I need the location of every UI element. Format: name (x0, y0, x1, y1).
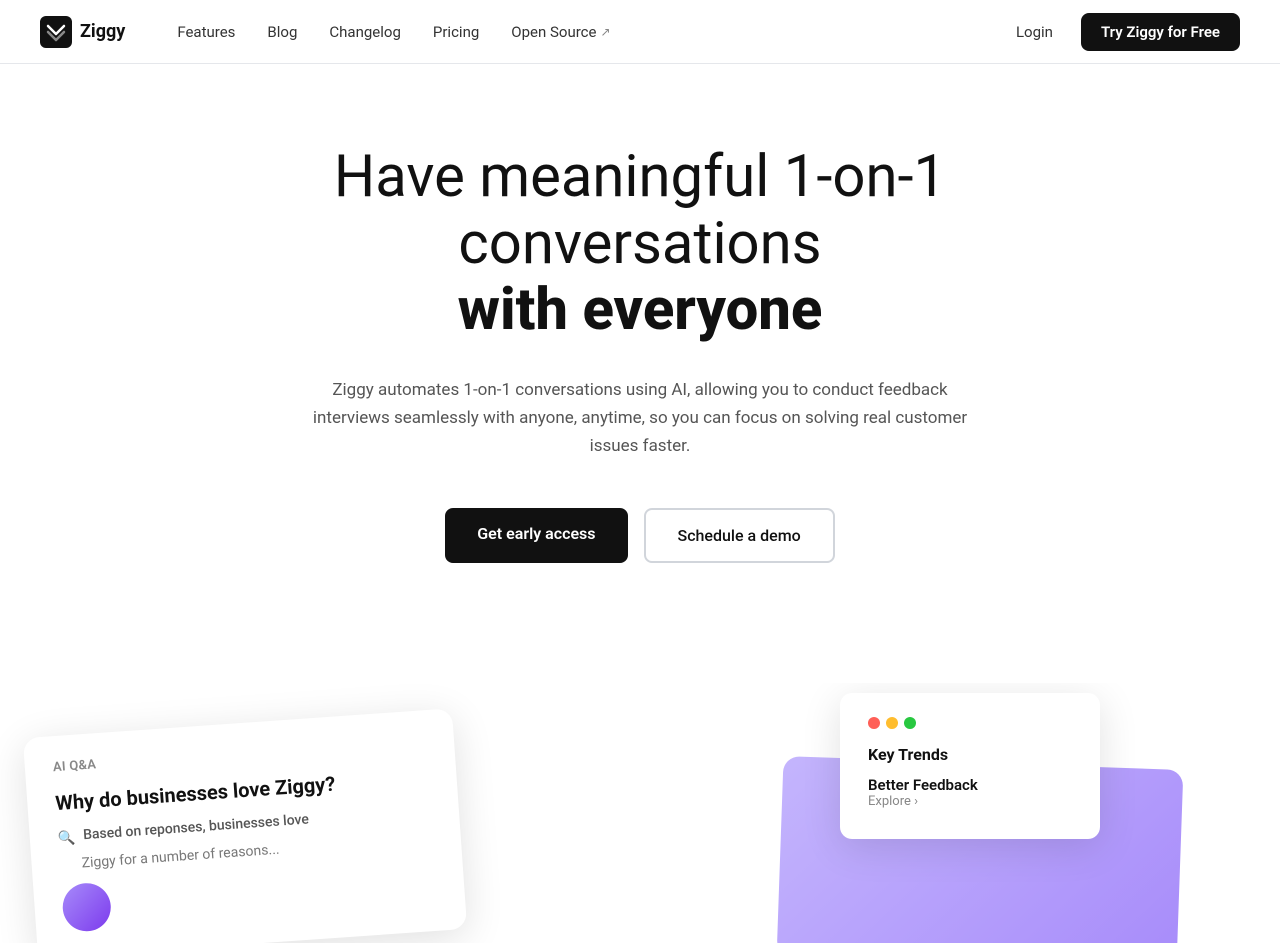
ai-qa-card: AI Q&A Why do businesses love Ziggy? 🔍 B… (23, 708, 467, 943)
nav-link-features[interactable]: Features (165, 15, 247, 49)
preview-section: AI Q&A Why do businesses love Ziggy? 🔍 B… (0, 683, 1280, 943)
hero-content: Have meaningful 1-on-1 conversations wit… (190, 64, 1090, 683)
hero-title: Have meaningful 1-on-1 conversations wit… (230, 144, 1050, 344)
hero-subtitle: Ziggy automates 1-on-1 conversations usi… (300, 376, 980, 460)
get-early-access-button[interactable]: Get early access (445, 508, 627, 563)
user-avatar (61, 882, 112, 933)
ai-qa-answer-label: Based on reponses, businesses love (83, 812, 310, 844)
nav-link-pricing[interactable]: Pricing (421, 15, 491, 49)
nav-link-changelog[interactable]: Changelog (317, 15, 412, 49)
try-free-button[interactable]: Try Ziggy for Free (1081, 13, 1240, 51)
nav-right: Login Try Ziggy for Free (1004, 13, 1240, 51)
trends-item-1: Better Feedback Explore › (868, 776, 1072, 809)
close-dot (868, 717, 880, 729)
trends-item-1-title: Better Feedback (868, 776, 1072, 794)
trends-title: Key Trends (868, 745, 1072, 764)
hero-section: Have meaningful 1-on-1 conversations wit… (0, 64, 1280, 683)
search-icon: 🔍 (57, 830, 76, 847)
hero-buttons: Get early access Schedule a demo (230, 508, 1050, 563)
external-link-icon: ↗ (600, 25, 610, 39)
nav-link-blog[interactable]: Blog (255, 15, 309, 49)
schedule-demo-button[interactable]: Schedule a demo (644, 508, 835, 563)
window-dots (868, 717, 1072, 729)
minimize-dot (886, 717, 898, 729)
login-link[interactable]: Login (1004, 15, 1065, 49)
logo-link[interactable]: Ziggy (40, 16, 125, 48)
nav-link-opensource[interactable]: Open Source ↗ (499, 15, 622, 49)
key-trends-card: Key Trends Better Feedback Explore › (840, 693, 1100, 839)
logo-icon (40, 16, 72, 48)
trends-item-1-sub[interactable]: Explore › (868, 794, 1072, 809)
maximize-dot (904, 717, 916, 729)
navbar: Ziggy Features Blog Changelog Pricing Op… (0, 0, 1280, 64)
logo-text: Ziggy (80, 21, 125, 42)
nav-links: Features Blog Changelog Pricing Open Sou… (165, 15, 1004, 49)
